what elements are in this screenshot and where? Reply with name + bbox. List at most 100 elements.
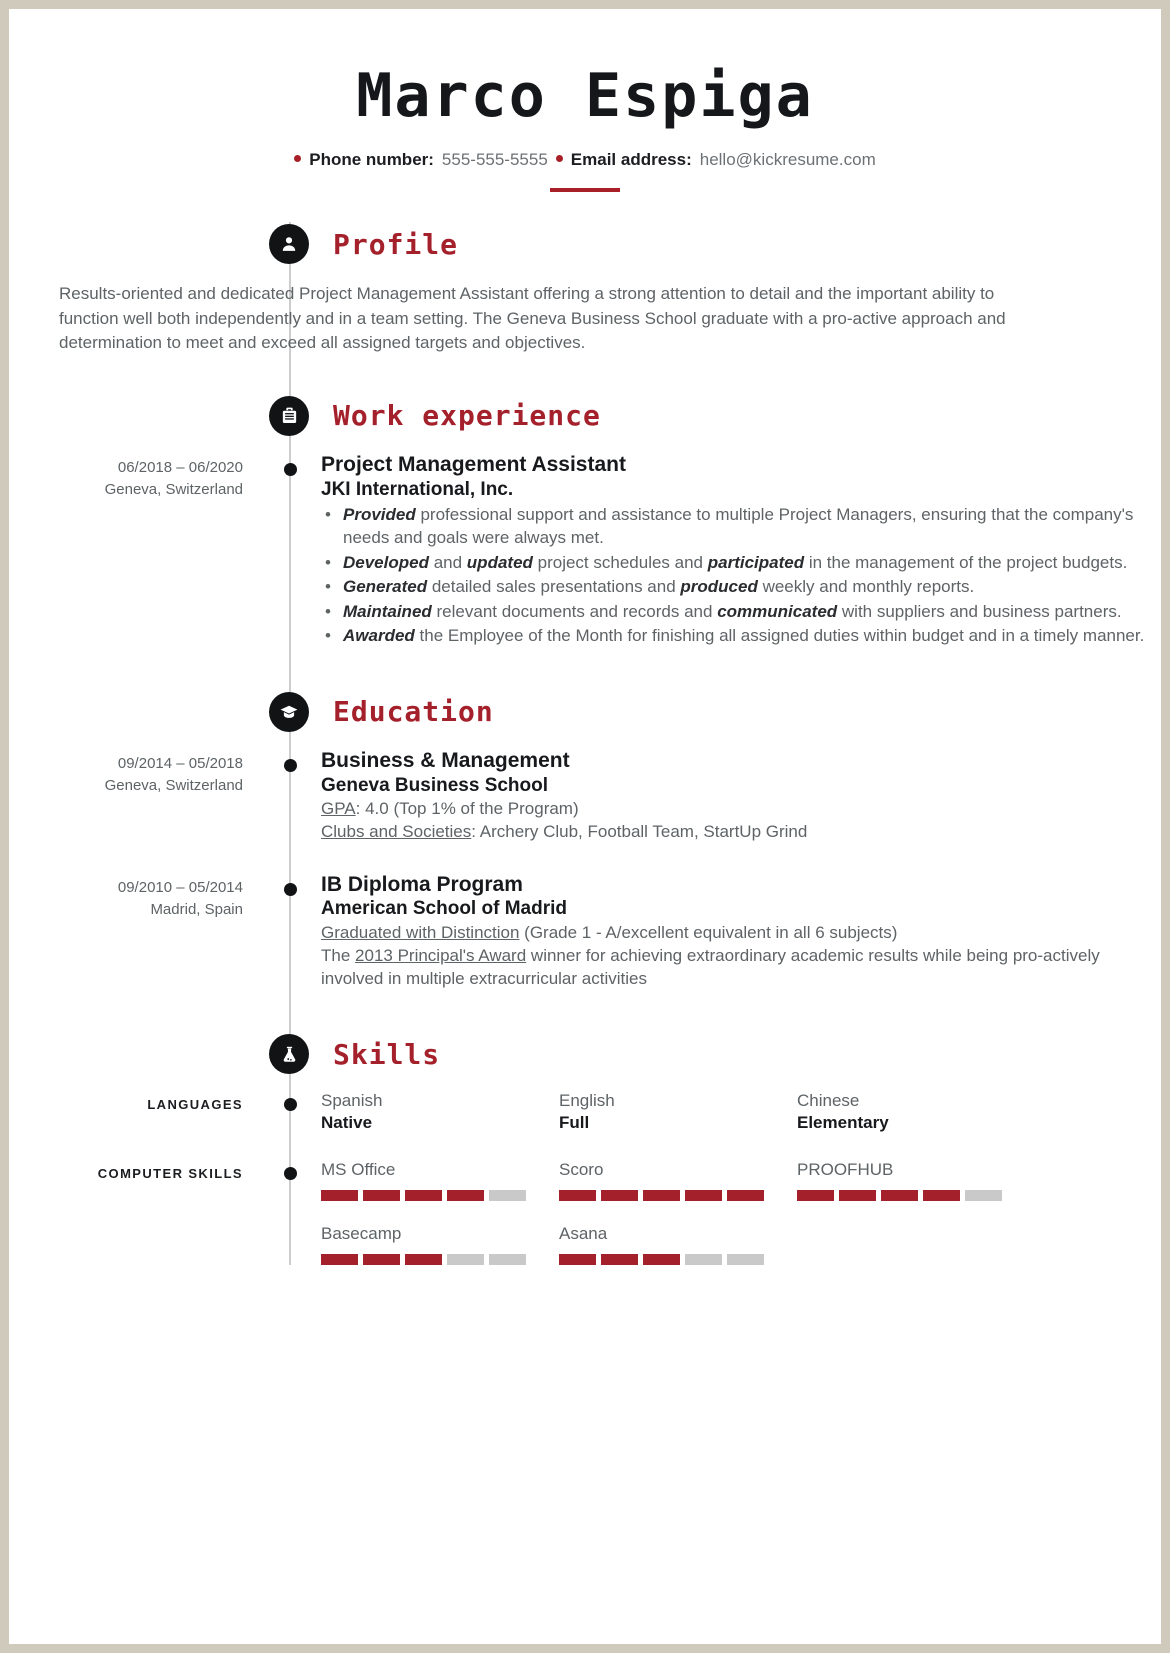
skill-group-content: Spanish Native English Full Chinese Elementar… xyxy=(271,1090,1161,1135)
action-verb: Maintained xyxy=(343,601,432,621)
action-verb: participated xyxy=(707,552,805,572)
language-name: Chinese xyxy=(797,1091,860,1111)
section-header-education: Education xyxy=(269,690,1161,734)
candidate-name: Marco Espiga xyxy=(356,61,814,131)
rating-segment xyxy=(685,1254,722,1266)
education-entry-content: IB Diploma Program American School of Mad… xyxy=(271,872,1161,991)
rating-segment xyxy=(965,1190,1002,1202)
computer-skill-rating-bar xyxy=(797,1190,1035,1202)
section-education: Education 09/2014 – 05/2018 Geneva, Switz… xyxy=(9,690,1161,990)
education-detail-line: Graduated with Distinction (Grade 1 - A/… xyxy=(321,922,898,942)
language-grid: Spanish Native English Full Chinese Elementar… xyxy=(321,1090,1161,1135)
section-title-work: Work experience xyxy=(333,399,601,433)
education-entry: 09/2014 – 05/2018 Geneva, Switzerland Busi… xyxy=(9,748,1161,844)
skill-group-label: LANGUAGES xyxy=(147,1097,243,1113)
rating-segment xyxy=(363,1190,400,1202)
education-entry-list: 09/2014 – 05/2018 Geneva, Switzerland Busi… xyxy=(9,748,1161,990)
computer-skill-item: Scoro xyxy=(559,1159,797,1202)
language-level: Native xyxy=(321,1113,373,1133)
action-verb: communicated xyxy=(717,601,838,621)
computer-skill-rating-bar xyxy=(321,1254,559,1266)
contact-value: 555-555-5555 xyxy=(441,150,548,169)
rating-segment xyxy=(489,1190,526,1202)
work-entry-bullets: Provided professional support and assist… xyxy=(321,504,1161,648)
rating-segment xyxy=(727,1190,764,1202)
rating-segment xyxy=(601,1190,638,1202)
rating-segment xyxy=(643,1254,680,1266)
action-verb: Developed xyxy=(343,552,429,572)
skill-group-list: LANGUAGES Spanish Native English Full Chinese… xyxy=(9,1090,1161,1266)
header-divider-rule xyxy=(550,188,620,192)
language-level: Full xyxy=(559,1113,590,1133)
education-detail-line: Clubs and Societies: Archery Club, Footb… xyxy=(321,822,808,842)
computer-skill-name: Basecamp xyxy=(321,1224,402,1244)
education-entry-location: Madrid, Spain xyxy=(150,901,243,919)
computer-skill-item: MS Office xyxy=(321,1159,559,1202)
rating-segment xyxy=(881,1190,918,1202)
section-title-profile: Profile xyxy=(333,227,459,261)
work-entry-dates: 06/2018 – 06/2020 xyxy=(117,458,243,476)
computer-skill-name: Scoro xyxy=(559,1160,604,1180)
computer-skill-row: MS Office Scoro PROOFHUB xyxy=(321,1159,1161,1202)
work-bullet-item: Developed and updated project schedules … xyxy=(321,552,1161,575)
computer-skill-item: Basecamp xyxy=(321,1223,559,1266)
section-title-education: Education xyxy=(333,695,494,729)
rating-segment xyxy=(363,1254,400,1266)
language-level: Elementary xyxy=(797,1113,889,1133)
skill-group-label: COMPUTER SKILLS xyxy=(97,1166,243,1182)
contact-line: Phone number: 555-555-5555 Email address: h… xyxy=(9,150,1161,170)
work-entry-organization: JKI International, Inc. xyxy=(321,478,514,500)
language-name: Spanish xyxy=(321,1091,383,1111)
section-profile: Profile Results-oriented and dedicated P… xyxy=(9,222,1161,356)
computer-skill-name: PROOFHUB xyxy=(797,1160,894,1180)
work-bullet-item: Awarded the Employee of the Month for fi… xyxy=(321,625,1161,648)
profile-summary-text: Results-oriented and dedicated Project M… xyxy=(59,284,1006,353)
work-entry-meta: 06/2018 – 06/2020 Geneva, Switzerland xyxy=(9,452,271,650)
rating-segment xyxy=(923,1190,960,1202)
section-title-skills: Skills xyxy=(333,1037,441,1071)
computer-skill-item: Asana xyxy=(559,1223,797,1266)
rating-segment xyxy=(321,1190,358,1202)
underlined-term: Clubs and Societies xyxy=(321,822,472,842)
education-entry-meta: 09/2010 – 05/2014 Madrid, Spain xyxy=(9,872,271,991)
work-entry-location: Geneva, Switzerland xyxy=(104,481,243,499)
rating-segment xyxy=(447,1254,484,1266)
action-verb: Awarded xyxy=(343,626,415,646)
timeline-node xyxy=(284,758,297,772)
section-header-skills: Skills xyxy=(269,1032,1161,1076)
action-verb: Provided xyxy=(343,505,416,525)
bullet-dot-icon xyxy=(555,155,563,162)
rating-segment xyxy=(559,1254,596,1266)
work-entry-list: 06/2018 – 06/2020 Geneva, Switzerland Proj… xyxy=(9,452,1161,650)
education-entry-location: Geneva, Switzerland xyxy=(104,777,243,795)
rating-segment xyxy=(839,1190,876,1202)
contact-label: Phone number: xyxy=(309,150,434,169)
rating-segment xyxy=(727,1254,764,1266)
section-header-profile: Profile xyxy=(269,222,1161,266)
education-entry-organization: Geneva Business School xyxy=(321,774,549,796)
computer-skill-name: MS Office xyxy=(321,1160,396,1180)
skill-group-meta: COMPUTER SKILLS xyxy=(9,1159,271,1265)
underlined-term: Graduated with Distinction xyxy=(321,922,520,942)
contact-value: hello@kickresume.com xyxy=(699,150,876,169)
computer-skill-row: Basecamp Asana xyxy=(321,1223,1161,1266)
timeline-node xyxy=(284,462,297,476)
skill-group-content: MS Office Scoro PROOFHUB Basecamp Asana xyxy=(271,1159,1161,1266)
briefcase-icon xyxy=(269,395,309,436)
graduation-cap-icon xyxy=(269,691,309,732)
skill-group-meta: LANGUAGES xyxy=(9,1090,271,1135)
computer-skill-rating-bar xyxy=(559,1190,797,1202)
contact-label: Email address: xyxy=(570,150,692,169)
computer-skill-rating-bar xyxy=(321,1190,559,1202)
rating-segment xyxy=(601,1254,638,1266)
contact-item: Email address: hello@kickresume.com xyxy=(555,150,876,170)
person-icon xyxy=(269,224,309,264)
resume-body: Profile Results-oriented and dedicated P… xyxy=(9,222,1161,1266)
education-detail-line: GPA: 4.0 (Top 1% of the Program) xyxy=(321,799,579,819)
rating-segment xyxy=(405,1190,442,1202)
work-entry-title: Project Management Assistant xyxy=(321,452,626,476)
language-name: English xyxy=(559,1091,615,1111)
contact-item: Phone number: 555-555-5555 xyxy=(294,150,548,170)
rating-segment xyxy=(685,1190,722,1202)
education-entry-organization: American School of Madrid xyxy=(321,898,567,920)
